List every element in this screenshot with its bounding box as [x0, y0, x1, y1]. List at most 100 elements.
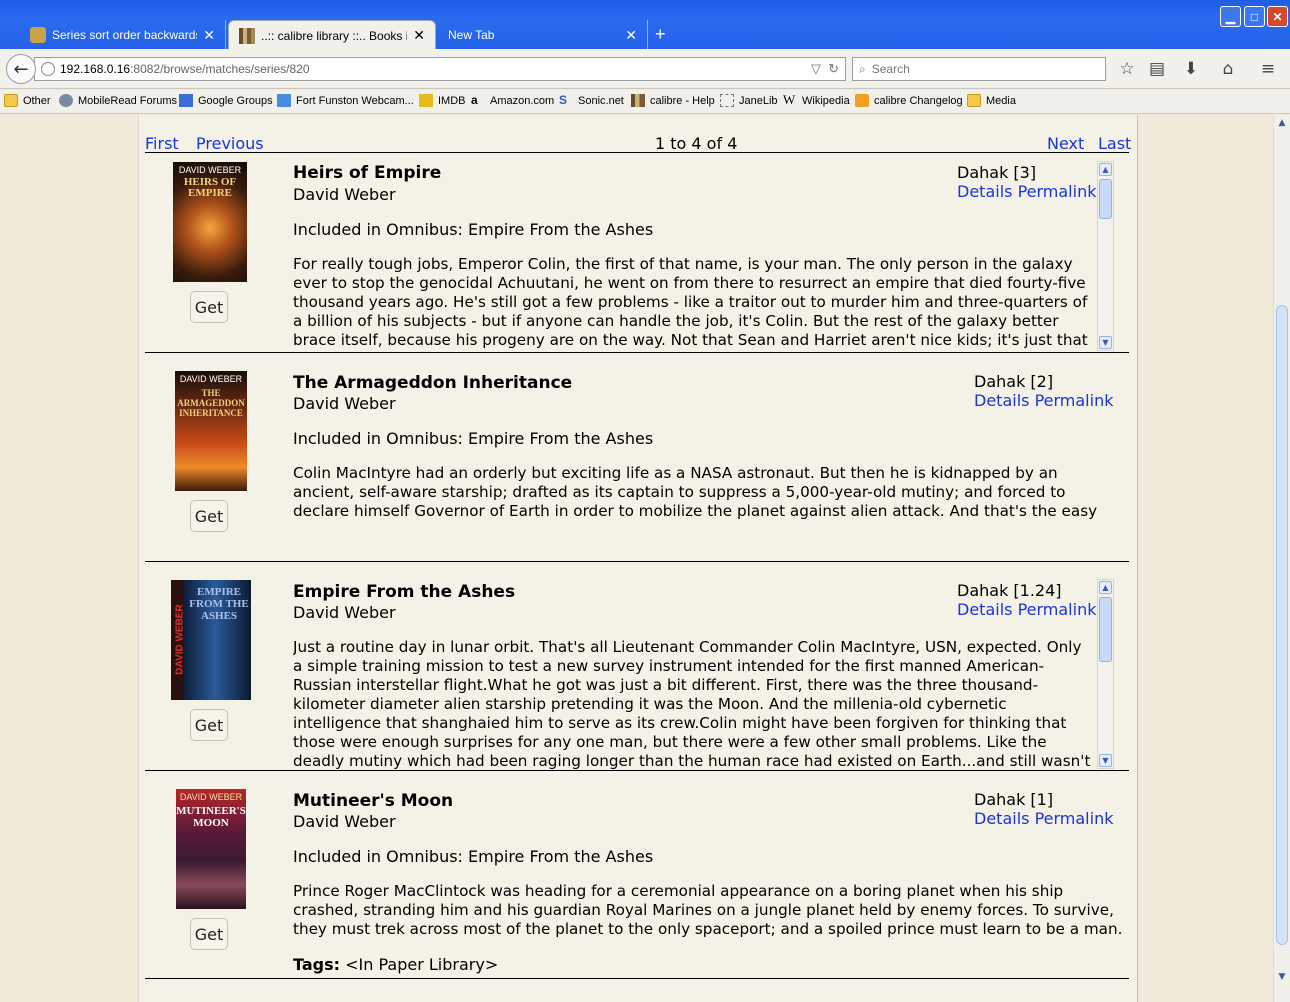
scroll-up-icon[interactable]: ▲ [1099, 163, 1112, 176]
scroll-up-icon[interactable]: ▲ [1275, 116, 1289, 130]
book-author: David Weber [293, 394, 396, 413]
menu-icon[interactable]: ≡ [1257, 59, 1279, 79]
scrollbar-thumb[interactable] [1276, 305, 1288, 945]
bookmark-label: calibre - Help [650, 94, 715, 107]
scrollbar-thumb[interactable] [1099, 179, 1112, 219]
reading-list-icon[interactable]: ▤ [1146, 59, 1168, 79]
tab-close-icon[interactable]: ✕ [203, 27, 215, 44]
details-link[interactable]: Details [974, 809, 1029, 828]
details-link[interactable]: Details [957, 182, 1012, 201]
bookmark-mobileread[interactable]: MobileRead Forums [59, 94, 177, 107]
book-description: For really tough jobs, Emperor Colin, th… [293, 255, 1088, 349]
details-link[interactable]: Details [957, 600, 1012, 619]
scroll-up-icon[interactable]: ▲ [1099, 581, 1112, 594]
tab-series-sort-order[interactable]: Series sort order backwards v... ✕ [20, 20, 226, 50]
url-host: 192.168.0.16 [60, 62, 131, 76]
tab-label: New Tab [448, 28, 495, 42]
star-icon[interactable]: ☆ [1116, 59, 1138, 79]
bookmark-label: Amazon.com [490, 94, 555, 107]
get-button[interactable]: Get [190, 291, 228, 323]
url-bar[interactable]: 192.168.0.16:8082/browse/matches/series/… [34, 57, 846, 81]
tab-new-tab[interactable]: New Tab ✕ [438, 20, 648, 50]
book-omnibus: Included in Omnibus: Empire From the Ash… [293, 429, 654, 448]
bookmark-calibre-changelog[interactable]: calibre Changelog [855, 94, 963, 107]
bookmark-sonic[interactable]: S Sonic.net [559, 94, 624, 107]
bookmark-label: calibre Changelog [874, 94, 963, 107]
scroll-down-icon[interactable]: ▼ [1275, 970, 1289, 984]
book-description: Colin MacIntyre had an orderly but excit… [293, 464, 1098, 524]
amazon-icon: a [471, 93, 478, 107]
blank-page-icon [720, 94, 734, 107]
permalink-link[interactable]: Permalink [1018, 182, 1097, 201]
scroll-down-icon[interactable]: ▼ [1099, 754, 1112, 767]
bookmark-calibre-help[interactable]: calibre - Help [631, 94, 715, 107]
cover-title: HEIRS OF EMPIRE [183, 176, 237, 199]
cover-author: DAVID WEBER [179, 374, 243, 384]
close-window-button[interactable]: ✕ [1267, 6, 1288, 27]
reload-icon[interactable]: ↻ [828, 61, 839, 76]
book-description: Prince Roger MacClintock was heading for… [293, 882, 1123, 942]
search-input[interactable]: ⌕ Search [852, 57, 1106, 81]
cover-author: DAVID WEBER [178, 165, 242, 175]
tab-close-icon[interactable]: ✕ [413, 27, 425, 44]
book-title: Mutineer's Moon [293, 791, 454, 811]
bookmark-wikipedia[interactable]: W Wikipedia [783, 93, 850, 107]
details-link[interactable]: Details [974, 391, 1029, 410]
search-placeholder: Search [871, 62, 910, 76]
bookmark-imdb[interactable]: IMDB [419, 94, 466, 107]
scrollbar-thumb[interactable] [1099, 597, 1112, 662]
minimize-button[interactable]: ▁ [1220, 6, 1241, 27]
bookmark-fort-funston[interactable]: Fort Funston Webcam... [277, 94, 414, 107]
bookmark-label: Media [986, 94, 1016, 107]
previous-page-link[interactable]: Previous [196, 134, 264, 153]
back-icon: ← [13, 58, 29, 80]
scroll-down-icon[interactable]: ▼ [1099, 336, 1112, 349]
imdb-icon [419, 94, 433, 107]
url-controls[interactable]: ▽ ↻ [811, 61, 839, 77]
get-button[interactable]: Get [190, 709, 228, 741]
permalink-link[interactable]: Permalink [1035, 809, 1114, 828]
bookmark-label: Fort Funston Webcam... [296, 94, 414, 107]
site-identity-icon[interactable] [41, 62, 55, 76]
tab-close-icon[interactable]: ✕ [625, 27, 637, 44]
dropdown-icon[interactable]: ▽ [811, 61, 821, 76]
book-entry: DAVID WEBER MUTINEER'S MOON Get Mutineer… [145, 771, 1129, 979]
book-cover[interactable]: DAVID WEBER EMPIRE FROM THE ASHES [171, 580, 251, 700]
search-icon: ⌕ [859, 61, 866, 76]
tags-label: Tags: [293, 955, 341, 974]
permalink-link[interactable]: Permalink [1018, 600, 1097, 619]
bookmark-media[interactable]: Media [967, 94, 1016, 107]
page-scrollbar[interactable]: ▲ ▼ [1273, 115, 1290, 1002]
get-button[interactable]: Get [190, 500, 228, 532]
webcam-icon [277, 94, 291, 107]
description-scrollbar[interactable]: ▲ ▼ [1097, 579, 1114, 769]
description-scrollbar[interactable]: ▲ ▼ [1097, 161, 1114, 351]
maximize-button[interactable]: □ [1244, 6, 1265, 27]
folder-icon [967, 94, 981, 107]
download-icon[interactable]: ⬇ [1180, 59, 1202, 79]
book-cover[interactable]: DAVID WEBER MUTINEER'S MOON [176, 789, 246, 909]
rss-icon [855, 94, 869, 107]
tab-calibre-library[interactable]: ..:: calibre library ::.. Books i... ✕ [228, 20, 436, 50]
book-tags: Tags: <In Paper Library> [293, 955, 498, 974]
bookmark-other[interactable]: Other [4, 94, 51, 107]
new-tab-button[interactable]: + [655, 24, 666, 45]
back-button[interactable]: ← [6, 54, 36, 84]
book-cover[interactable]: DAVID WEBER THE ARMAGEDDON INHERITANCE [175, 371, 247, 491]
bookmark-label: JaneLib [739, 94, 778, 107]
permalink-link[interactable]: Permalink [1035, 391, 1114, 410]
book-omnibus: Included in Omnibus: Empire From the Ash… [293, 847, 654, 866]
book-cover[interactable]: DAVID WEBER HEIRS OF EMPIRE [173, 162, 247, 282]
get-button[interactable]: Get [190, 918, 228, 950]
bookmark-amazon[interactable]: a Amazon.com [471, 94, 554, 107]
bookmark-janelib[interactable]: JaneLib [720, 94, 778, 107]
calibre-favicon-icon [239, 27, 255, 44]
book-description: Just a routine day in lunar orbit. That'… [293, 638, 1091, 769]
cover-title: THE ARMAGEDDON INHERITANCE [177, 388, 245, 418]
tab-label: ..:: calibre library ::.. Books i... [261, 28, 408, 43]
next-page-link[interactable]: Next [1047, 134, 1084, 153]
home-icon[interactable]: ⌂ [1217, 59, 1239, 79]
first-page-link[interactable]: First [145, 134, 179, 153]
bookmark-google-groups[interactable]: Google Groups [179, 94, 273, 107]
last-page-link[interactable]: Last [1098, 134, 1131, 153]
